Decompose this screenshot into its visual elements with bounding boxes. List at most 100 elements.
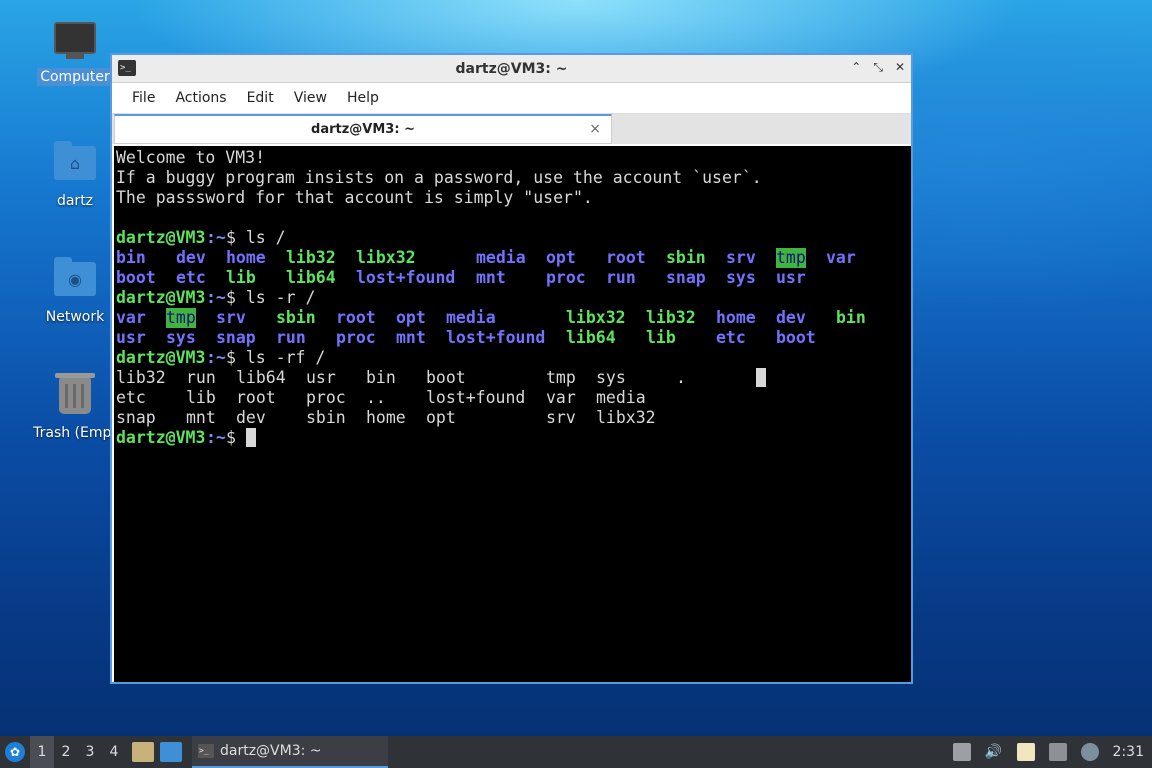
dir-entry: dev	[776, 308, 806, 327]
dir-entry: etc	[716, 328, 746, 347]
dir-entry: opt	[546, 248, 576, 267]
network-icon[interactable]	[1048, 743, 1067, 761]
volume-icon[interactable]: 🔊	[985, 743, 1003, 761]
close-icon[interactable]: ✕	[895, 60, 905, 75]
dir-entry: var	[116, 308, 146, 327]
prompt-path: :~	[206, 228, 226, 247]
dir-entry-plain: lib32	[116, 368, 166, 387]
workspace-2[interactable]: 2	[54, 744, 78, 760]
dir-entry: bin	[116, 248, 146, 267]
dir-entry-plain: etc	[116, 388, 146, 407]
terminal-output[interactable]: Welcome to VM3! If a buggy program insist…	[114, 146, 911, 682]
dir-entry-plain: bin	[366, 368, 396, 387]
prompt-command: $ ls -r /	[226, 288, 316, 307]
clipboard-icon[interactable]	[1016, 743, 1035, 761]
menu-help[interactable]: Help	[337, 90, 389, 106]
dir-entry-plain: usr	[306, 368, 336, 387]
workspace-4[interactable]: 4	[102, 744, 126, 760]
terminal-line: The passsword for that account is simply…	[116, 188, 911, 208]
terminal-line: etc lib root proc.. lost+found var media	[116, 388, 911, 408]
dir-entry-plain: boot	[426, 368, 466, 387]
dir-entry-plain: .	[676, 368, 686, 387]
task-label: dartz@VM3: ~	[220, 743, 322, 759]
dir-entry: lib64	[286, 268, 336, 287]
dir-entry: srv	[216, 308, 246, 327]
dir-entry: media	[476, 248, 526, 267]
dir-entry-plain: home	[366, 408, 406, 427]
home-folder-icon: ⌂	[53, 141, 97, 186]
computer-icon	[53, 22, 97, 62]
clock[interactable]: 2:31	[1113, 744, 1144, 760]
motd-line: The passsword for that account is simply…	[116, 188, 593, 207]
dir-entry-plain: mnt	[186, 408, 216, 427]
terminal-app-icon: >_	[118, 60, 136, 76]
menu-edit[interactable]: Edit	[237, 90, 284, 106]
dir-entry: snap	[216, 328, 256, 347]
desktop-icon-label: Computer	[37, 68, 113, 86]
dir-entry: media	[446, 308, 496, 327]
dir-entry: boot	[116, 268, 156, 287]
menu-actions[interactable]: Actions	[165, 90, 236, 106]
terminal-line: snap mnt dev sbin home opt srv libx32	[116, 408, 911, 428]
trash-icon	[53, 373, 97, 418]
window-titlebar[interactable]: >_ dartz@VM3: ~ ⌃ ⤡ ✕	[112, 55, 911, 83]
dir-entry: sbin	[276, 308, 316, 327]
file-manager-icon[interactable]	[132, 742, 154, 762]
prompt-user: dartz@VM3	[116, 228, 206, 247]
prompt-user: dartz@VM3	[116, 348, 206, 367]
dir-entry: sys	[166, 328, 196, 347]
terminal-window[interactable]: >_ dartz@VM3: ~ ⌃ ⤡ ✕ File Actions Edit …	[110, 53, 913, 684]
dir-entry: srv	[726, 248, 756, 267]
maximize-icon[interactable]: ⤡	[873, 60, 883, 75]
menu-view[interactable]: View	[284, 90, 337, 106]
dir-entry: lib64	[566, 328, 616, 347]
lubuntu-logo-icon: ✿	[5, 742, 25, 762]
dir-entry: lost+found	[446, 328, 546, 347]
dir-entry: mnt	[396, 328, 426, 347]
dir-entry-plain: dev	[236, 408, 266, 427]
dir-entry: lost+found	[356, 268, 456, 287]
workspace-1[interactable]: 1	[30, 736, 54, 768]
taskbar-task-terminal[interactable]: >_ dartz@VM3: ~	[192, 736, 388, 768]
tab-close-icon[interactable]: ×	[589, 116, 601, 143]
dir-entry: root	[336, 308, 376, 327]
network-folder-icon: ◉	[53, 257, 97, 302]
terminal-line: usr sys snap run proc mnt lost+found lib64 lib et…	[116, 328, 911, 348]
dir-entry-plain: proc	[306, 388, 346, 407]
dir-entry: home	[716, 308, 756, 327]
dir-entry: root	[606, 248, 646, 267]
dir-entry-plain: root	[236, 388, 276, 407]
prompt-command: $ ls -rf /	[226, 348, 326, 367]
app-menu-button[interactable]: ✿	[0, 736, 30, 768]
dir-entry-plain: ..	[366, 388, 386, 407]
dir-entry: dev	[176, 248, 206, 267]
dir-entry-plain: srv	[546, 408, 576, 427]
desktop-icon-label: dartz	[56, 193, 94, 209]
updates-icon[interactable]	[952, 743, 971, 761]
dir-entry: lib32	[286, 248, 336, 267]
dir-entry-plain: opt	[426, 408, 456, 427]
prompt-user: dartz@VM3	[116, 428, 206, 447]
dir-entry: opt	[396, 308, 426, 327]
terminal-line: lib32 run lib64 usr bin boot tmp sys.	[116, 368, 911, 388]
show-desktop-icon[interactable]	[160, 742, 182, 762]
workspace-3[interactable]: 3	[78, 744, 102, 760]
dir-entry: libx32	[566, 308, 626, 327]
terminal-line: dartz@VM3:~ $ ls -rf /	[116, 348, 911, 368]
dir-entry-plain: sbin	[306, 408, 346, 427]
prompt-path: :~	[206, 428, 226, 447]
prompt-command: $	[226, 428, 246, 447]
notification-icon[interactable]	[1080, 743, 1099, 761]
dir-entry: run	[606, 268, 636, 287]
minimize-icon[interactable]: ⌃	[851, 60, 861, 75]
tab-terminal[interactable]: dartz@VM3: ~ ×	[114, 114, 612, 144]
dir-entry-plain: tmp	[546, 368, 576, 387]
dir-entry: boot	[776, 328, 816, 347]
dir-entry: usr	[116, 328, 146, 347]
prompt-user: dartz@VM3	[116, 288, 206, 307]
dir-entry-plain: lib	[186, 388, 216, 407]
menu-file[interactable]: File	[122, 90, 165, 106]
tab-label: dartz@VM3: ~	[311, 122, 415, 137]
menubar: File Actions Edit View Help	[112, 83, 911, 113]
dir-entry: sbin	[666, 248, 706, 267]
